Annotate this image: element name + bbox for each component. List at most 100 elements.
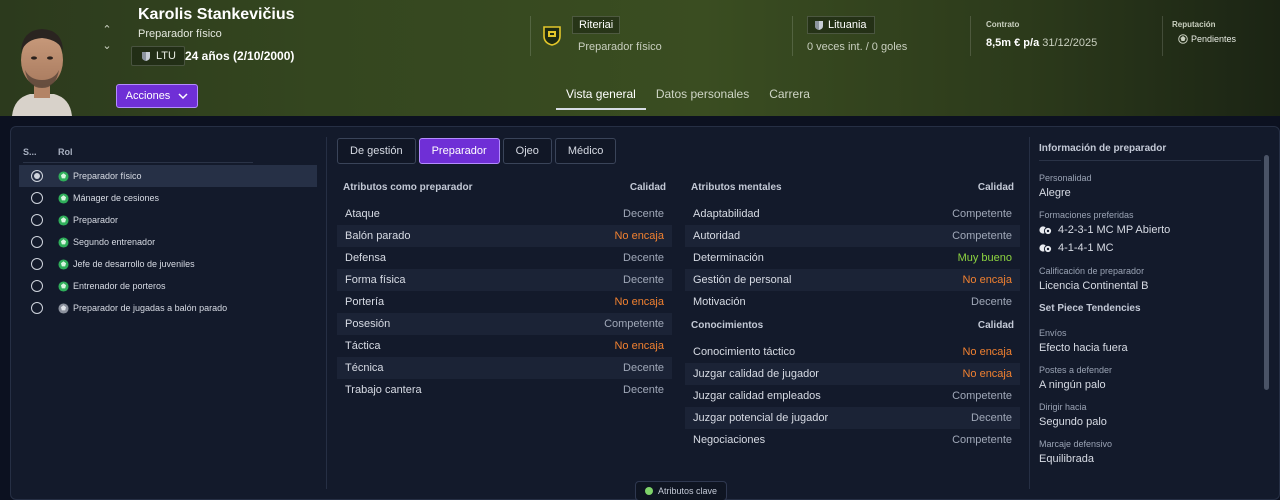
club-role: Preparador físico: [578, 41, 662, 53]
subtab-coaching[interactable]: Preparador: [418, 138, 500, 164]
attribute-row[interactable]: Adaptabilidad Competente: [685, 203, 1020, 225]
attribute-row[interactable]: Defensa Decente: [337, 247, 672, 269]
attribute-row[interactable]: Conocimiento táctico No encaja: [685, 341, 1020, 363]
attribute-name: Forma física: [345, 274, 406, 286]
subtab-management[interactable]: De gestión: [337, 138, 416, 164]
attribute-quality: No encaja: [614, 296, 664, 308]
nationality-code: LTU: [156, 50, 176, 62]
select-column-header[interactable]: S...: [23, 147, 37, 157]
role-row[interactable]: Preparador de jugadas a balón parado: [19, 297, 317, 319]
nation-shield-icon: [142, 51, 150, 61]
column-divider: [1029, 137, 1030, 489]
role-radio[interactable]: [31, 214, 43, 226]
attribute-quality: Decente: [623, 208, 664, 220]
role-column-header[interactable]: Rol: [58, 147, 73, 157]
table-rows: Adaptabilidad Competente Autoridad Competen…: [685, 203, 1020, 313]
table-rows: Conocimiento táctico No encaja Juzgar cali…: [685, 341, 1020, 451]
posts-label: Postes a defender: [1039, 365, 1113, 375]
role-radio[interactable]: [31, 302, 43, 314]
next-staff-chevron-down-icon[interactable]: ⌄: [100, 38, 114, 54]
previous-staff-chevron-up-icon[interactable]: ⌃: [100, 22, 114, 38]
role-label: Preparador: [73, 215, 119, 225]
role-list: Preparador físico Mánager de cesiones Pr…: [19, 165, 317, 319]
attribute-row[interactable]: Juzgar calidad de jugador No encaja: [685, 363, 1020, 385]
role-row[interactable]: Preparador físico: [19, 165, 317, 187]
quality-column-header[interactable]: Calidad: [630, 182, 666, 193]
attribute-row[interactable]: Táctica No encaja: [337, 335, 672, 357]
formation-item[interactable]: 4-1-4-1 MC: [1039, 242, 1261, 254]
attribute-quality: Decente: [623, 274, 664, 286]
attribute-name: Negociaciones: [693, 434, 766, 446]
attribute-row[interactable]: Portería No encaja: [337, 291, 672, 313]
role-row[interactable]: Segundo entrenador: [19, 231, 317, 253]
football-icon: [58, 214, 69, 226]
key-attributes-toggle[interactable]: Atributos clave: [635, 481, 727, 500]
attribute-name: Portería: [345, 296, 385, 308]
attribute-row[interactable]: Autoridad Competente: [685, 225, 1020, 247]
attribute-row[interactable]: Juzgar calidad empleados Competente: [685, 385, 1020, 407]
info-title: Información de preparador: [1039, 143, 1261, 161]
attribute-row[interactable]: Determinación Muy bueno: [685, 247, 1020, 269]
role-row[interactable]: Jefe de desarrollo de juveniles: [19, 253, 317, 275]
attribute-row[interactable]: Gestión de personal No encaja: [685, 269, 1020, 291]
formation-label: 4-1-4-1 MC: [1058, 242, 1114, 254]
header-divider: [792, 16, 793, 56]
tab-personal-details[interactable]: Datos personales: [646, 80, 759, 110]
football-icon: [58, 170, 69, 182]
formation-item[interactable]: 4-2-3-1 MC MP Abierto: [1039, 224, 1261, 236]
role-row[interactable]: Preparador: [19, 209, 317, 231]
attribute-quality: Competente: [952, 390, 1012, 402]
quality-column-header[interactable]: Calidad: [978, 320, 1014, 331]
roles-table-header: S... Rol: [23, 147, 253, 163]
actions-button[interactable]: Acciones: [116, 84, 198, 108]
attribute-row[interactable]: Forma física Decente: [337, 269, 672, 291]
club-crest-icon[interactable]: [541, 24, 563, 46]
attribute-row[interactable]: Trabajo cantera Decente: [337, 379, 672, 401]
info-scrollbar[interactable]: [1264, 155, 1269, 390]
personality-label: Personalidad: [1039, 173, 1092, 183]
club-name-badge[interactable]: Riteriai: [572, 16, 621, 34]
country-name: Lituania: [828, 19, 867, 31]
attribute-quality: No encaja: [614, 340, 664, 352]
attribute-row[interactable]: Posesión Competente: [337, 313, 672, 335]
mental-attributes-table: Atributos mentales Calidad Adaptabilidad…: [685, 177, 1020, 313]
attribute-quality: No encaja: [962, 274, 1012, 286]
attribute-row[interactable]: Balón parado No encaja: [337, 225, 672, 247]
attribute-row[interactable]: Negociaciones Competente: [685, 429, 1020, 451]
role-radio[interactable]: [31, 258, 43, 270]
attribute-name: Trabajo cantera: [345, 384, 422, 396]
tab-career[interactable]: Carrera: [759, 80, 820, 110]
nationality-badge[interactable]: LTU: [131, 46, 185, 66]
subtab-medical[interactable]: Médico: [554, 138, 617, 164]
attribute-row[interactable]: Técnica Decente: [337, 357, 672, 379]
quality-column-header[interactable]: Calidad: [978, 182, 1014, 193]
attribute-row[interactable]: Motivación Decente: [685, 291, 1020, 313]
country-badge[interactable]: Lituania: [807, 16, 875, 34]
contract-expiry: 31/12/2025: [1042, 37, 1098, 49]
attribute-subtabs: De gestión Preparador Ojeo Médico: [337, 138, 617, 164]
role-radio[interactable]: [31, 236, 43, 248]
subtab-scouting[interactable]: Ojeo: [502, 138, 552, 164]
profile-tabs: Vista general Datos personales Carrera: [556, 80, 820, 112]
tab-overview[interactable]: Vista general: [556, 80, 646, 110]
knowledge-table: Conocimientos Calidad Conocimiento tácti…: [685, 315, 1020, 451]
reputation-text: Pendientes: [1191, 34, 1237, 44]
attribute-name: Juzgar calidad empleados: [693, 390, 821, 402]
role-radio[interactable]: [31, 170, 43, 182]
profile-header: ⌃ ⌄ Karolis Stankevičius Preparador físi…: [0, 0, 1280, 116]
attribute-row[interactable]: Juzgar potencial de jugador Decente: [685, 407, 1020, 429]
role-row[interactable]: Entrenador de porteros: [19, 275, 317, 297]
reputation-label: Reputación: [1172, 20, 1216, 29]
header-divider: [970, 16, 971, 56]
staff-role: Preparador físico: [138, 28, 222, 40]
role-radio[interactable]: [31, 280, 43, 292]
table-rows: Ataque Decente Balón parado No encaja Defens…: [337, 203, 672, 401]
attribute-row[interactable]: Ataque Decente: [337, 203, 672, 225]
role-radio[interactable]: [31, 192, 43, 204]
attribute-name: Juzgar calidad de jugador: [693, 368, 819, 380]
role-row[interactable]: Mánager de cesiones: [19, 187, 317, 209]
staff-name: Karolis Stankevičius: [138, 6, 295, 23]
header-divider: [530, 16, 531, 56]
formation-icon: [1039, 243, 1052, 253]
staff-age: 24 años (2/10/2000): [185, 49, 295, 63]
